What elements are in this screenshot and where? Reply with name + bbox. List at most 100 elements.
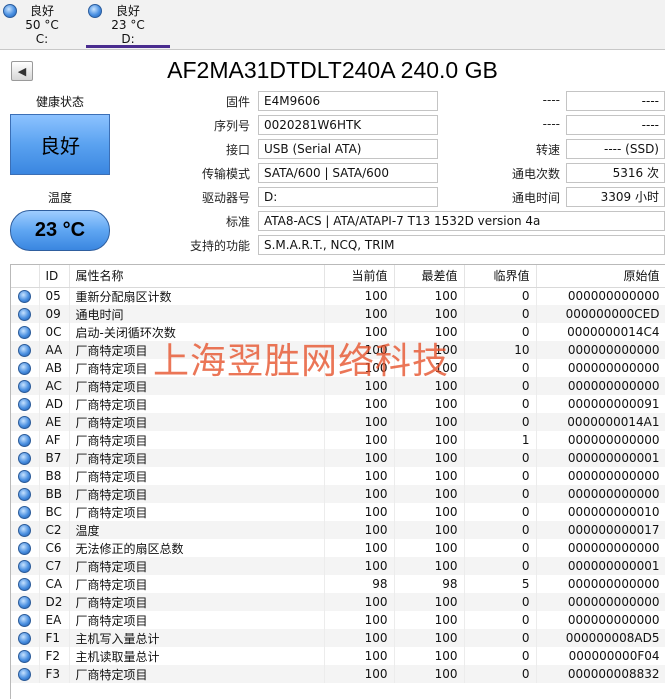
cell-id: AB (39, 359, 70, 377)
cell-id: AF (39, 431, 70, 449)
table-row[interactable]: F3 厂商特定项目 100 100 0 000000008832 (11, 665, 665, 683)
cell-current: 100 (324, 611, 395, 629)
table-row[interactable]: AE 厂商特定项目 100 100 0 0000000014A1 (11, 413, 665, 431)
table-row[interactable]: B8 厂商特定项目 100 100 0 000000000000 (11, 467, 665, 485)
table-row[interactable]: 05 重新分配扇区计数 100 100 0 000000000000 (11, 287, 665, 305)
cell-attribute-name: 厂商特定项目 (69, 467, 325, 485)
table-row[interactable]: AA 厂商特定项目 100 100 10 000000000000 (11, 341, 665, 359)
power-on-hours-field: 3309 小时 (566, 187, 665, 207)
status-dot-icon (18, 542, 32, 555)
table-row[interactable]: AB 厂商特定项目 100 100 0 000000000000 (11, 359, 665, 377)
cell-worst: 100 (394, 647, 465, 665)
status-cell (11, 377, 40, 395)
table-row[interactable]: C6 无法修正的扇区总数 100 100 0 000000000000 (11, 539, 665, 557)
cell-worst: 100 (394, 341, 465, 359)
status-dot-icon (18, 326, 32, 339)
temperature-label: 温度 (47, 191, 72, 205)
cell-worst: 100 (394, 395, 465, 413)
cell-worst: 100 (394, 485, 465, 503)
status-cell (11, 287, 40, 305)
cell-id: AA (39, 341, 70, 359)
status-cell (11, 485, 40, 503)
cell-threshold: 0 (464, 413, 537, 431)
cell-raw-value: 000000000000 (536, 431, 665, 449)
cell-worst: 100 (394, 287, 465, 305)
blank-field-1: ---- (566, 91, 665, 111)
firmware-label: 固件 (225, 95, 250, 109)
status-dot-icon (18, 488, 32, 501)
cell-raw-value: 000000000000 (536, 575, 665, 593)
serial-label: 序列号 (213, 119, 250, 133)
drive-tab-bar: 良好 50 °C C: 良好 23 °C D: (0, 0, 665, 50)
drive-title: AF2MA31DTDLT240A 240.0 GB (167, 57, 498, 83)
cell-threshold: 1 (464, 431, 537, 449)
cell-current: 100 (324, 557, 395, 575)
status-cell (11, 611, 40, 629)
cell-attribute-name: 厂商特定项目 (69, 431, 325, 449)
cell-current: 100 (324, 539, 395, 557)
drive-letter-label: 驱动器号 (201, 191, 250, 205)
header-current[interactable]: 当前值 (324, 265, 395, 288)
status-cell (11, 323, 40, 341)
smart-attribute-table[interactable]: ID 属性名称 当前值 最差值 临界值 原始值 05 重新分配扇区计数 100 100… (10, 264, 665, 699)
table-row[interactable]: F1 主机写入量总计 100 100 0 000000008AD5 (11, 629, 665, 647)
cell-attribute-name: 厂商特定项目 (69, 665, 325, 683)
cell-current: 100 (324, 341, 395, 359)
cell-id: AE (39, 413, 70, 431)
table-row[interactable]: BB 厂商特定项目 100 100 0 000000000000 (11, 485, 665, 503)
cell-threshold: 0 (464, 287, 537, 305)
table-row[interactable]: BC 厂商特定项目 100 100 0 000000000010 (11, 503, 665, 521)
cell-id: EA (39, 611, 70, 629)
table-row[interactable]: AC 厂商特定项目 100 100 0 000000000000 (11, 377, 665, 395)
cell-attribute-name: 厂商特定项目 (69, 503, 325, 521)
table-row[interactable]: EA 厂商特定项目 100 100 0 000000000000 (11, 611, 665, 629)
status-dot-icon (18, 380, 32, 393)
cell-threshold: 0 (464, 539, 537, 557)
cell-threshold: 0 (464, 593, 537, 611)
table-row[interactable]: F2 主机读取量总计 100 100 0 000000000F04 (11, 647, 665, 665)
cell-id: F2 (39, 647, 70, 665)
table-row[interactable]: 09 通电时间 100 100 0 000000000CED (11, 305, 665, 323)
status-dot-icon (18, 398, 32, 411)
cell-attribute-name: 厂商特定项目 (69, 593, 325, 611)
cell-id: D2 (39, 593, 70, 611)
drive-tab-d[interactable]: 良好 23 °C D: (86, 2, 170, 48)
header-status[interactable] (11, 265, 40, 288)
cell-id: C6 (39, 539, 70, 557)
cell-attribute-name: 主机读取量总计 (69, 647, 325, 665)
cell-attribute-name: 温度 (69, 521, 325, 539)
drive-tab-c[interactable]: 良好 50 °C C: (0, 2, 84, 48)
table-row[interactable]: AD 厂商特定项目 100 100 0 000000000091 (11, 395, 665, 413)
header-raw-value[interactable]: 原始值 (536, 265, 665, 288)
header-worst[interactable]: 最差值 (394, 265, 465, 288)
header-attribute-name[interactable]: 属性名称 (69, 265, 325, 288)
cell-worst: 100 (394, 323, 465, 341)
temperature-button[interactable]: 23 °C (10, 210, 110, 251)
cell-attribute-name: 重新分配扇区计数 (69, 287, 325, 305)
header-threshold[interactable]: 临界值 (464, 265, 537, 288)
table-row[interactable]: C2 温度 100 100 0 000000000017 (11, 521, 665, 539)
cell-id: F1 (39, 629, 70, 647)
cell-attribute-name: 厂商特定项目 (69, 485, 325, 503)
table-row[interactable]: AF 厂商特定项目 100 100 1 000000000000 (11, 431, 665, 449)
cell-id: BB (39, 485, 70, 503)
table-row[interactable]: C7 厂商特定项目 100 100 0 000000000001 (11, 557, 665, 575)
cell-worst: 100 (394, 305, 465, 323)
table-row[interactable]: B7 厂商特定项目 100 100 0 000000000001 (11, 449, 665, 467)
table-row[interactable]: CA 厂商特定项目 98 98 5 000000000000 (11, 575, 665, 593)
header-id[interactable]: ID (39, 265, 70, 288)
table-row[interactable]: 0C 启动-关闭循环次数 100 100 0 0000000014C4 (11, 323, 665, 341)
cell-attribute-name: 厂商特定项目 (69, 413, 325, 431)
status-dot-icon (18, 470, 32, 483)
status-dot-icon (18, 362, 32, 375)
cell-worst: 100 (394, 557, 465, 575)
health-status-button[interactable]: 良好 (10, 114, 110, 175)
cell-id: AD (39, 395, 70, 413)
cell-threshold: 0 (464, 503, 537, 521)
status-dot-icon (18, 344, 32, 357)
transfer-mode-field: SATA/600 | SATA/600 (258, 163, 438, 183)
cell-worst: 100 (394, 377, 465, 395)
status-cell (11, 575, 40, 593)
cell-current: 100 (324, 503, 395, 521)
table-row[interactable]: D2 厂商特定项目 100 100 0 000000000000 (11, 593, 665, 611)
